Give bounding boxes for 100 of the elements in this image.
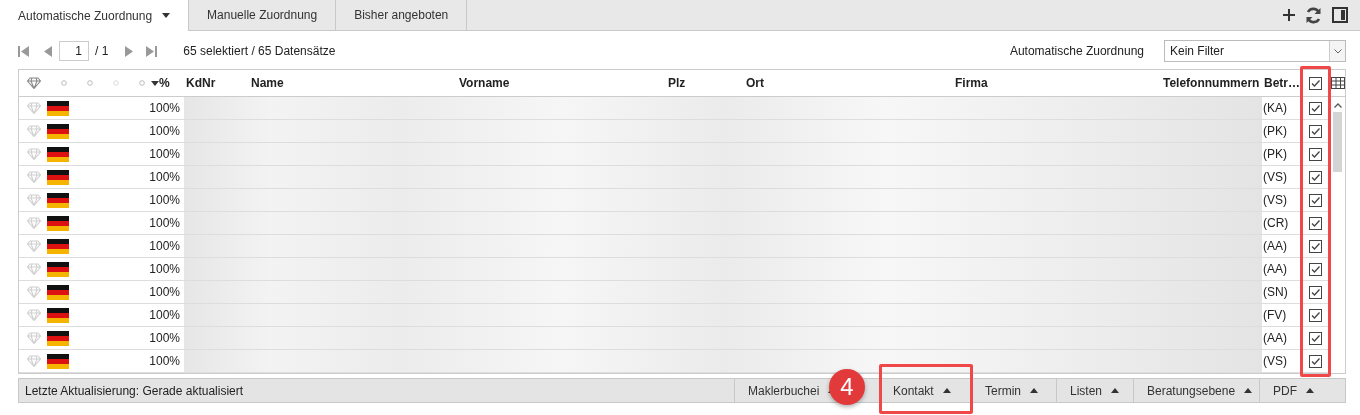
status-text: Letzte Aktualisierung: Gerade aktualisiert — [24, 382, 245, 400]
match-percent: 100% — [149, 170, 181, 184]
menu-button[interactable]: PDF — [1259, 379, 1345, 402]
previous-page-icon[interactable] — [43, 45, 53, 57]
dot-icon — [113, 80, 119, 86]
checkbox[interactable] — [1309, 285, 1322, 299]
column-header[interactable]: % — [159, 76, 170, 90]
checkbox[interactable] — [1309, 331, 1322, 345]
plus-icon[interactable] — [1283, 9, 1295, 21]
table-cell-text: (AA) — [1262, 262, 1288, 276]
caret-icon — [1244, 388, 1253, 393]
flag-icon — [47, 146, 69, 162]
menu-button[interactable]: Termin — [971, 379, 1056, 402]
match-percent: 100% — [149, 239, 181, 253]
table-cell-text: (AA) — [1262, 331, 1288, 345]
table-cell-text: (KA) — [1262, 101, 1288, 115]
diamond-icon — [27, 148, 41, 160]
diamond-icon — [27, 332, 41, 344]
flag-icon — [47, 169, 69, 185]
checkbox[interactable] — [1309, 354, 1322, 368]
diamond-icon — [27, 125, 41, 137]
column-header[interactable]: Betr… — [1262, 76, 1302, 90]
diamond-icon — [27, 309, 41, 321]
flag-icon — [47, 330, 69, 346]
table-cell-text: (CR) — [1262, 216, 1290, 230]
checkbox[interactable] — [1309, 193, 1322, 207]
table-cell-text: (VS) — [1262, 170, 1288, 184]
dot-icon — [87, 80, 93, 86]
match-percent: 100% — [149, 147, 181, 161]
column-header[interactable]: KdNr — [184, 76, 249, 90]
match-percent: 100% — [149, 354, 181, 368]
match-percent: 100% — [149, 216, 181, 230]
match-percent: 100% — [149, 101, 181, 115]
flag-icon — [47, 123, 69, 139]
checkbox[interactable] — [1309, 262, 1322, 276]
page-field[interactable]: 1 — [59, 41, 89, 61]
checkbox[interactable] — [1309, 308, 1322, 322]
next-page-icon[interactable] — [124, 45, 135, 57]
match-percent: 100% — [149, 285, 181, 299]
scrollbar-thumb[interactable] — [1333, 112, 1342, 172]
flag-icon — [47, 100, 69, 116]
selection-summary: 65 selektiert / 65 Datensätze — [183, 44, 336, 58]
column-header[interactable]: Vorname — [457, 76, 666, 90]
diamond-icon — [27, 171, 41, 183]
flag-icon — [47, 261, 69, 277]
page-total: / 1 — [95, 44, 109, 58]
tab[interactable]: Automatische Zuordnung — [0, 0, 190, 31]
dot-icon — [139, 80, 145, 86]
column-header[interactable]: Telefonnummern — [1161, 76, 1262, 90]
column-header[interactable]: Ort — [744, 76, 953, 90]
last-page-icon[interactable] — [146, 45, 158, 57]
menu-button[interactable]: Listen — [1056, 379, 1133, 402]
table-cell-text: (VS) — [1262, 193, 1288, 207]
checkbox[interactable] — [1309, 124, 1322, 138]
column-header[interactable]: Firma — [953, 76, 1161, 90]
checkbox[interactable] — [1309, 147, 1322, 161]
table-cell-text: (AA) — [1262, 239, 1288, 253]
column-header[interactable]: Name — [249, 76, 457, 90]
panel-icon[interactable] — [1332, 7, 1348, 23]
diamond-icon — [27, 217, 41, 229]
flag-icon — [47, 238, 69, 254]
diamond-icon — [27, 263, 41, 275]
checkbox[interactable] — [1309, 239, 1322, 253]
menu-button[interactable]: Beratungsebene — [1133, 379, 1259, 402]
filter-label: Automatische Zuordnung — [1009, 44, 1144, 58]
checkbox[interactable] — [1309, 101, 1322, 115]
chevron-down-icon — [1333, 48, 1342, 54]
match-percent: 100% — [149, 308, 181, 322]
caret-icon — [1306, 388, 1314, 393]
checkbox[interactable] — [1309, 216, 1322, 230]
match-percent: 100% — [149, 262, 181, 276]
table-cell-text: (PK) — [1262, 124, 1288, 138]
scroll-up-icon[interactable] — [1333, 103, 1342, 108]
table-cell-text: (SN) — [1262, 285, 1289, 299]
refresh-icon[interactable] — [1305, 6, 1322, 24]
caret-icon — [1030, 388, 1038, 393]
diamond-icon — [27, 102, 41, 114]
column-header[interactable]: Plz — [666, 76, 744, 90]
table-icon[interactable] — [1331, 77, 1345, 89]
match-percent: 100% — [149, 124, 181, 138]
flag-icon — [47, 192, 69, 208]
dot-icon — [61, 80, 67, 86]
checkbox[interactable] — [1309, 170, 1322, 184]
flag-icon — [47, 215, 69, 231]
checkbox[interactable] — [1309, 76, 1322, 90]
diamond-icon — [27, 286, 41, 298]
flag-icon — [47, 307, 69, 323]
sort-caret-icon — [151, 80, 159, 86]
diamond-icon — [27, 355, 41, 367]
match-percent: 100% — [149, 331, 181, 345]
diamond-icon — [27, 77, 41, 89]
first-page-icon[interactable] — [18, 45, 29, 57]
menu-button[interactable]: Kontakt — [879, 379, 971, 402]
flag-icon — [47, 353, 69, 369]
table-cell-text: (FV) — [1262, 308, 1288, 322]
caret-icon — [942, 388, 951, 393]
caret-icon — [1111, 388, 1120, 393]
filter-select[interactable]: Kein Filter — [1164, 40, 1346, 62]
diamond-icon — [27, 194, 41, 206]
match-percent: 100% — [149, 193, 181, 207]
